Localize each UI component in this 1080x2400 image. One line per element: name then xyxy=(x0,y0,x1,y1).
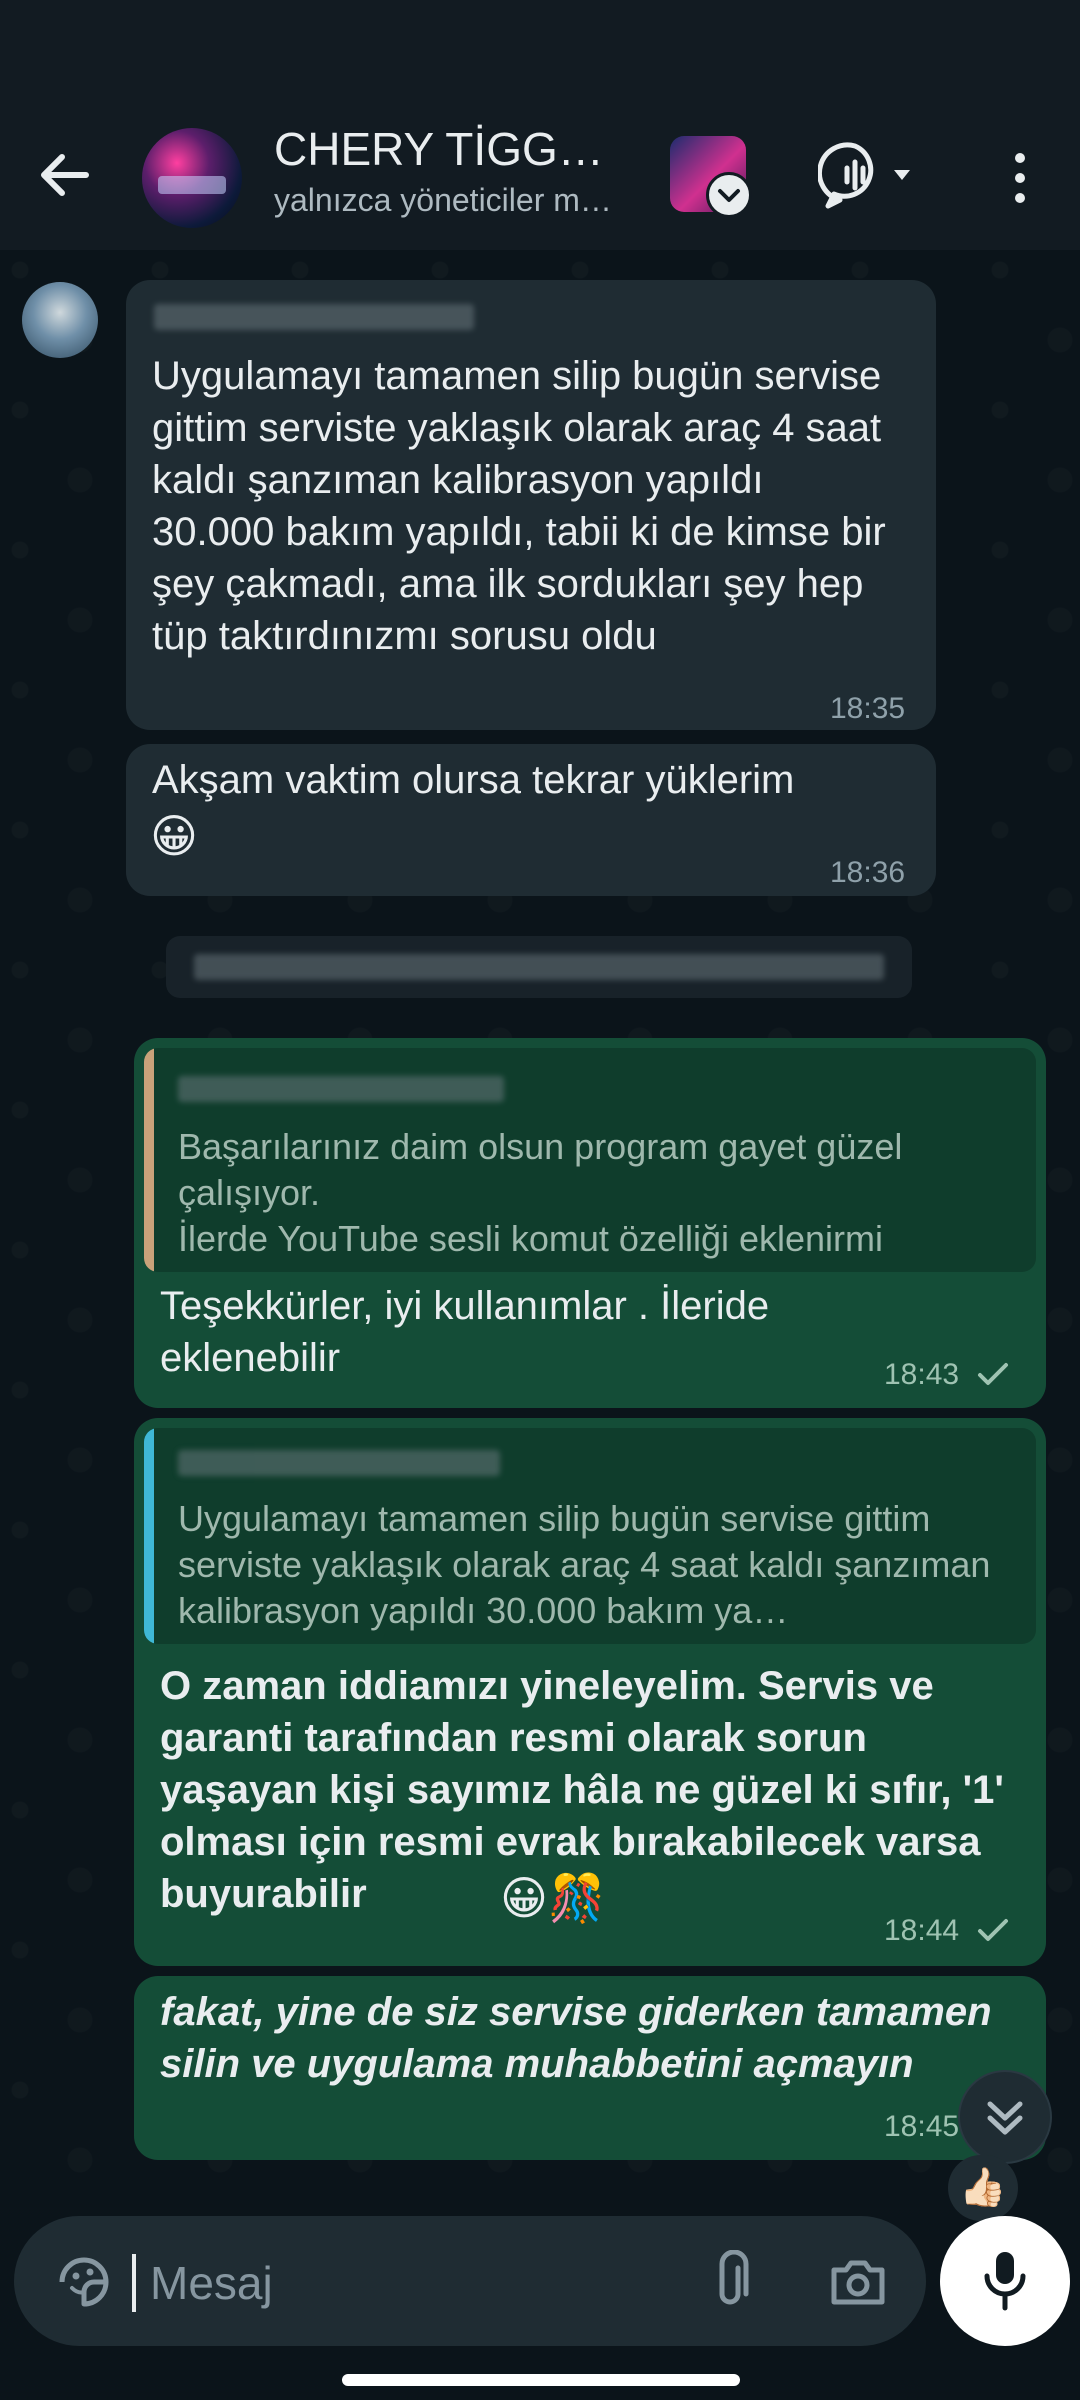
scroll-down-button[interactable] xyxy=(958,2070,1052,2164)
outgoing-message[interactable]: fakat, yine de siz servise giderken tama… xyxy=(134,1976,1046,2160)
camera-icon[interactable] xyxy=(828,2252,888,2312)
message-time: 18:45 xyxy=(884,2110,960,2143)
quoted-message[interactable]: Uygulamayı tamamen silip bugün servise g… xyxy=(144,1428,1036,1644)
back-arrow-icon[interactable] xyxy=(30,140,100,210)
message-composer xyxy=(14,2216,926,2346)
tick-icon xyxy=(978,1919,1008,1941)
tick-icon xyxy=(978,1363,1008,1385)
status-bar xyxy=(0,0,1080,110)
group-title[interactable]: CHERY TİGGO… xyxy=(274,122,614,176)
quote-text: Başarılarınız daim olsun program gayet g… xyxy=(178,1126,903,1259)
chevron-down-icon xyxy=(706,172,752,218)
message-text: fakat, yine de siz servise giderken tama… xyxy=(160,1990,992,2086)
more-options-icon[interactable] xyxy=(1000,138,1040,218)
message-reaction[interactable]: 👍🏻 xyxy=(948,2155,1018,2221)
message-input[interactable] xyxy=(148,2246,672,2320)
message-time: 18:43 xyxy=(884,1358,960,1391)
attach-icon[interactable] xyxy=(700,2249,760,2314)
quote-accent-bar xyxy=(144,1048,154,1272)
message-text: Uygulamayı tamamen silip bugün servise g… xyxy=(152,354,886,658)
outgoing-message[interactable]: Uygulamayı tamamen silip bugün servise g… xyxy=(134,1418,1046,1966)
outgoing-message[interactable]: Başarılarınız daim olsun program gayet g… xyxy=(134,1038,1046,1408)
redacted-quote-sender xyxy=(178,1450,500,1476)
system-navigation-bar xyxy=(0,2356,1080,2400)
chat-header: CHERY TİGGO… yalnızca yöneticiler m… xyxy=(0,110,1080,251)
message-time: 18:44 xyxy=(884,1914,960,1947)
emoji: 😀 xyxy=(150,810,198,862)
quote-text: Uygulamayı tamamen silip bugün servise g… xyxy=(178,1498,991,1631)
message-time: 18:35 xyxy=(830,692,906,725)
quoted-message[interactable]: Başarılarınız daim olsun program gayet g… xyxy=(144,1048,1036,1272)
group-avatar[interactable] xyxy=(142,128,242,228)
redacted-notice-text xyxy=(194,954,884,980)
text-cursor xyxy=(132,2254,136,2312)
incoming-message[interactable]: Uygulamayı tamamen silip bugün servise g… xyxy=(126,280,936,730)
redacted-sender-phone xyxy=(154,304,474,330)
home-indicator[interactable] xyxy=(342,2374,740,2386)
message-text: Teşekkürler, iyi kullanımlar . İleride e… xyxy=(160,1284,770,1380)
mic-icon xyxy=(984,2252,1026,2311)
emoji: 😀🎊 xyxy=(500,1872,606,1924)
voice-record-button[interactable] xyxy=(940,2216,1070,2346)
incoming-message[interactable]: Akşam vaktim olursa tekrar yüklerim 😀 18… xyxy=(126,744,936,896)
sender-avatar[interactable] xyxy=(22,282,98,358)
sticker-icon[interactable] xyxy=(54,2252,114,2312)
group-subtitle[interactable]: yalnızca yöneticiler m… xyxy=(274,182,629,219)
redacted-quote-sender xyxy=(178,1076,504,1102)
scroll-down-icon xyxy=(987,2101,1023,2135)
message-text: Akşam vaktim olursa tekrar yüklerim xyxy=(152,758,795,802)
system-notice xyxy=(166,936,912,998)
voice-chat-icon[interactable] xyxy=(817,136,918,216)
message-time: 18:36 xyxy=(830,856,906,889)
quote-accent-bar xyxy=(144,1428,154,1644)
